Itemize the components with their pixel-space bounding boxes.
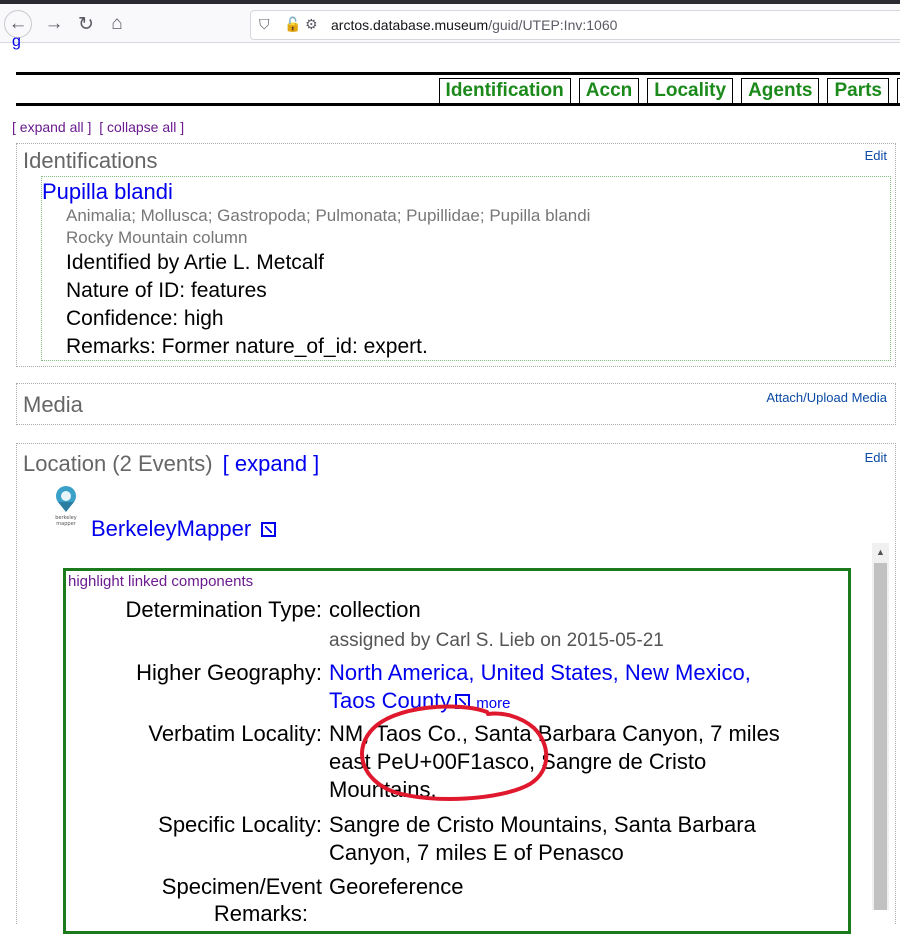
- inner-scrollbar[interactable]: ▲: [872, 543, 889, 910]
- media-panel: Media Attach/Upload Media: [16, 383, 896, 425]
- external-link-icon[interactable]: [455, 694, 471, 709]
- collapse-all-link[interactable]: [ collapse all ]: [99, 119, 184, 135]
- home-icon[interactable]: ⌂: [103, 11, 131, 37]
- common-name-text: Rocky Mountain column: [66, 228, 248, 247]
- media-title: Media: [23, 392, 83, 417]
- higher-geography-line2: Taos County more: [329, 688, 510, 714]
- determination-type-value: collection: [329, 597, 421, 622]
- identifications-panel: Identifications Edit Pupilla blandi Anim…: [16, 143, 896, 367]
- verbatim-locality-line3: Mountains.: [329, 777, 437, 802]
- tab-accn[interactable]: Accn: [578, 78, 640, 104]
- more-link[interactable]: more: [476, 695, 510, 712]
- svg-text:mapper: mapper: [56, 521, 76, 527]
- address-bar[interactable]: ⛉ 🔓 ⚙ arctos.database.museum/guid/UTEP:I…: [250, 10, 900, 40]
- remarks-text: Remarks: Former nature_of_id: expert.: [66, 335, 428, 358]
- location-title: Location (2 Events) [ expand ]: [23, 451, 319, 477]
- taos-county-link[interactable]: Taos County: [329, 688, 451, 713]
- partial-text-fragment: g: [12, 33, 21, 50]
- determination-type-label: Determination Type:: [125, 597, 322, 622]
- expand-all-link[interactable]: [ expand all ]: [12, 119, 91, 135]
- url-text[interactable]: arctos.database.museum/guid/UTEP:Inv:106…: [331, 17, 617, 33]
- tab-agents[interactable]: Agents: [741, 78, 820, 104]
- top-rule: [16, 72, 900, 75]
- nature-of-id-text: Nature of ID: features: [66, 279, 267, 302]
- forward-arrow-icon[interactable]: →: [40, 11, 68, 37]
- browser-toolbar: ← → ↻ ⌂ ⛉ 🔓 ⚙ arctos.database.museum/gui…: [0, 4, 900, 43]
- scroll-up-arrow-icon[interactable]: ▲: [872, 543, 889, 561]
- shield-icon[interactable]: ⛉: [259, 16, 270, 33]
- scroll-thumb[interactable]: [874, 563, 887, 910]
- berkeleymapper-link[interactable]: BerkeleyMapper: [91, 516, 277, 542]
- higher-geography-link[interactable]: North America, United States, New Mexico…: [329, 660, 751, 686]
- tab-locality[interactable]: Locality: [647, 78, 734, 104]
- verbatim-locality-line2: east PeU+00F1asco, Sangre de Cristo: [329, 749, 707, 774]
- verbatim-locality-line1: NM, Taos Co., Santa Barbara Canyon, 7 mi…: [329, 721, 780, 746]
- georeference-remarks-label-line1: Specimen/Event: [161, 874, 322, 899]
- identifications-title: Identifications: [23, 148, 158, 173]
- verbatim-locality-label: Verbatim Locality:: [148, 721, 322, 746]
- georeference-remarks-value: Georeference: [329, 874, 464, 899]
- assigned-by-text: assigned by Carl S. Lieb on 2015-05-21: [329, 630, 664, 651]
- classification-text: Animalia; Mollusca; Gastropoda; Pulmonat…: [66, 206, 591, 225]
- locality-event-box: highlight linked components Determinatio…: [63, 568, 851, 934]
- identification-record: Pupilla blandi Animalia; Mollusca; Gastr…: [41, 176, 891, 361]
- specific-locality-line1: Sangre de Cristo Mountains, Santa Barbar…: [329, 812, 756, 837]
- expand-collapse-links: [ expand all ] [ collapse all ]: [12, 119, 184, 135]
- permissions-icon[interactable]: ⚙: [305, 16, 318, 33]
- specific-locality-line2: Canyon, 7 miles E of Penasco: [329, 840, 624, 865]
- berkeleymapper-label: BerkeleyMapper: [91, 516, 252, 541]
- berkeleymapper-logo-icon: berkeley mapper: [55, 486, 77, 527]
- taxon-name-link[interactable]: Pupilla blandi: [42, 179, 173, 205]
- attach-media-link[interactable]: Attach/Upload Media: [766, 390, 887, 405]
- external-link-icon: [261, 522, 277, 537]
- location-expand-link[interactable]: [ expand ]: [223, 451, 320, 476]
- location-edit-link[interactable]: Edit: [865, 450, 887, 465]
- identifications-edit-link[interactable]: Edit: [865, 148, 887, 163]
- tab-parts[interactable]: Parts: [827, 78, 889, 104]
- specific-locality-label: Specific Locality:: [158, 812, 322, 837]
- tab-identification[interactable]: Identification: [438, 78, 571, 104]
- insecure-lock-icon[interactable]: 🔓: [284, 16, 301, 33]
- location-title-text: Location (2 Events): [23, 451, 213, 476]
- confidence-text: Confidence: high: [66, 307, 224, 330]
- georeference-remarks-label-line2: Remarks:: [213, 901, 308, 926]
- identified-by-text: Identified by Artie L. Metcalf: [66, 251, 324, 274]
- section-tabs: Identification Accn Locality Agents Part…: [438, 78, 900, 104]
- higher-geography-label: Higher Geography:: [136, 660, 322, 685]
- highlight-linked-link[interactable]: highlight linked components: [68, 573, 253, 590]
- reload-icon[interactable]: ↻: [72, 11, 100, 37]
